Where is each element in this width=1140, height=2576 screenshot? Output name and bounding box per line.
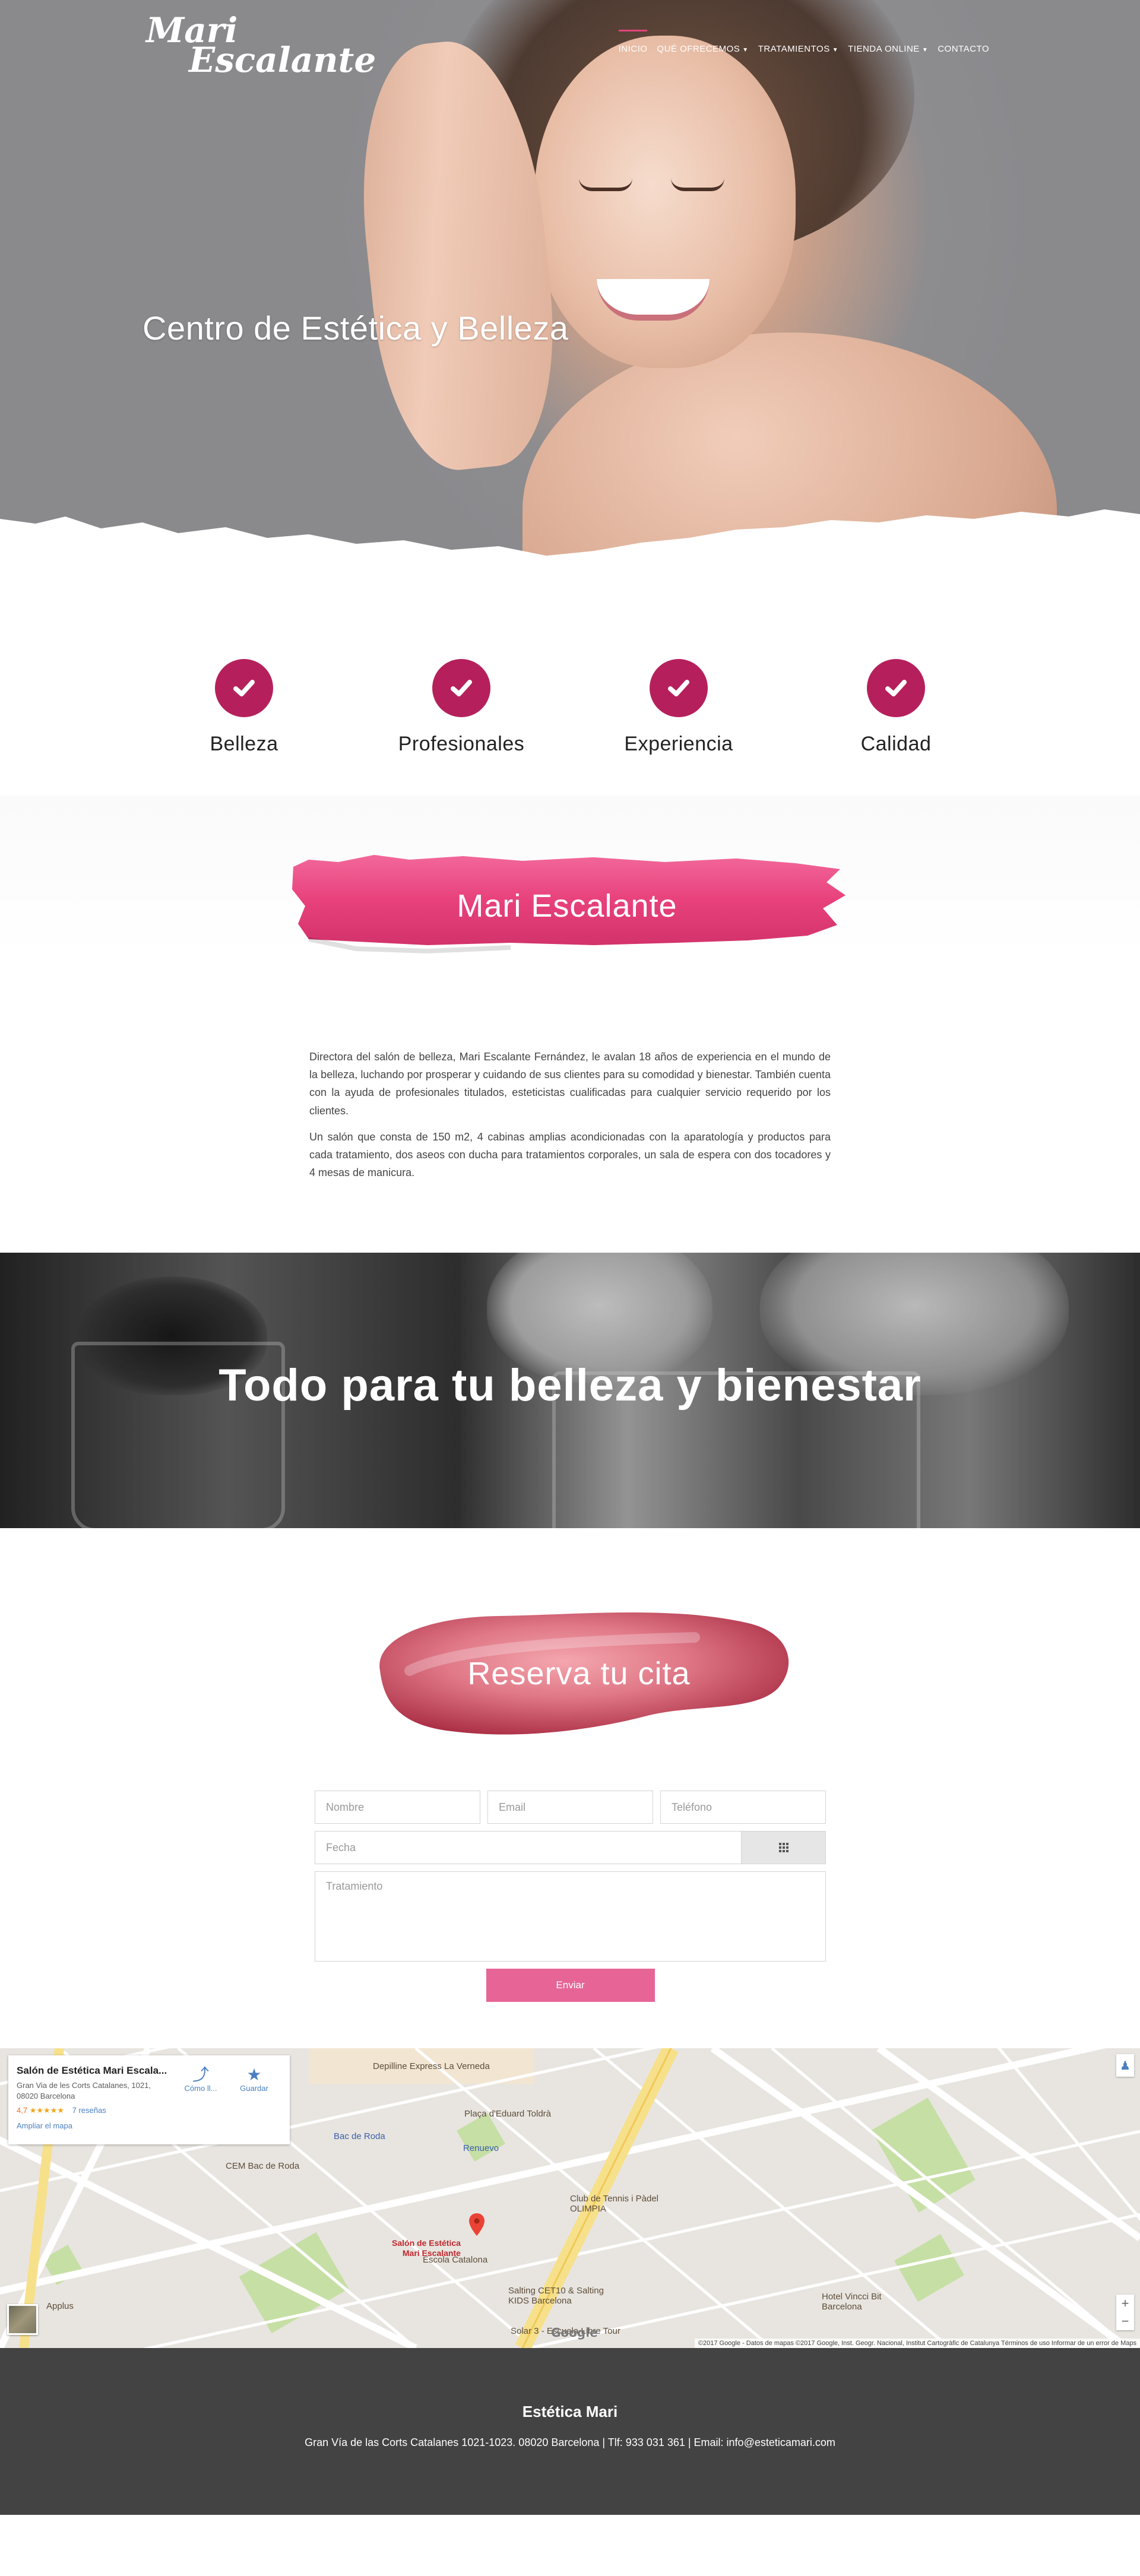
- enlarge-map-link[interactable]: Ampliar el mapa: [17, 2121, 281, 2130]
- footer: Estética Mari Gran Vía de las Corts Cata…: [0, 2348, 1140, 2515]
- map-place-label: Depilline Express La Verneda: [373, 2061, 490, 2071]
- save-button[interactable]: ★ Guardar: [230, 2066, 278, 2093]
- about-title: Mari Escalante: [457, 888, 677, 924]
- feature-label: Experiencia: [624, 733, 733, 755]
- feature-label: Profesionales: [398, 733, 525, 755]
- nav-item-contacto[interactable]: CONTACTO: [933, 30, 994, 60]
- reviews-link[interactable]: 7 reseñas: [72, 2106, 106, 2115]
- feature-profesionales: Profesionales: [353, 659, 570, 796]
- google-logo: Google: [551, 2325, 598, 2340]
- zoom-out-button[interactable]: −: [1116, 2312, 1134, 2330]
- about-section: Mari Escalante Directora del salón de be…: [0, 796, 1140, 1253]
- email-field[interactable]: Email: [487, 1791, 653, 1824]
- directions-icon: ⤴: [192, 2065, 209, 2084]
- check-icon: [215, 659, 273, 717]
- map-embed[interactable]: Depilline Express La Verneda Plaça d'Edu…: [0, 2048, 1140, 2348]
- feature-experiencia: Experiencia: [570, 659, 787, 796]
- star-rating-icon: ★★★★★: [29, 2106, 64, 2115]
- site-logo[interactable]: Mari Escalante: [146, 13, 376, 77]
- calendar-button[interactable]: [741, 1831, 826, 1864]
- directions-label: Cómo ll...: [184, 2084, 217, 2093]
- directions-button[interactable]: ⤴ Cómo ll...: [177, 2066, 224, 2093]
- nav-item-tienda-online[interactable]: TIENDA ONLINE ▼: [843, 30, 933, 60]
- map-place-label: CEM Bac de Roda: [226, 2161, 300, 2171]
- booking-section: Reserva tu cita Nombre Email Teléfono Fe…: [0, 1528, 1140, 2048]
- feature-label: Belleza: [210, 733, 278, 755]
- booking-form: Nombre Email Teléfono Fecha Tratamiento …: [315, 1791, 826, 2002]
- submit-button[interactable]: Enviar: [486, 1969, 655, 2002]
- map-place-label: Hotel Vincci Bit Barcelona: [822, 2292, 882, 2312]
- map-attribution[interactable]: ©2017 Google - Datos de mapas ©2017 Goog…: [694, 2339, 1140, 2348]
- about-paragraph: Directora del salón de belleza, Mari Esc…: [309, 1051, 831, 1117]
- map-place-label: Bac de Roda: [334, 2131, 385, 2141]
- chevron-down-icon: ▼: [922, 47, 929, 53]
- map-place-label: Salting CET10 & Salting KIDS Barcelona: [508, 2286, 604, 2306]
- marker-label-line: Mari Escalante: [402, 2248, 461, 2258]
- hero-title: Centro de Estética y Belleza: [142, 309, 569, 347]
- banner-section: Todo para tu belleza y bienestar: [0, 1253, 1140, 1528]
- business-marker-label: Salón de Estética Mari Escalante: [392, 2238, 461, 2258]
- feature-label: Calidad: [860, 733, 932, 755]
- footer-contact-info: Gran Vía de las Corts Catalanes 1021-102…: [305, 2436, 835, 2448]
- nav-item-que-ofrecemos[interactable]: QUÉ OFRECEMOS ▼: [652, 30, 753, 60]
- feature-belleza: Belleza: [135, 659, 353, 796]
- map-address: Gran Via de les Corts Catalanes, 1021, 0…: [17, 2081, 151, 2100]
- check-icon: [650, 659, 708, 717]
- nav-item-tratamientos[interactable]: TRATAMIENTOS ▼: [753, 30, 843, 60]
- about-paragraph: Un salón que consta de 150 m2, 4 cabinas…: [309, 1130, 831, 1179]
- rating-value: 4,7: [17, 2106, 28, 2115]
- street-view-icon[interactable]: ♟: [1116, 2054, 1134, 2077]
- logo-line2: Escalante: [189, 40, 376, 80]
- star-icon: ★: [246, 2065, 262, 2084]
- nav-item-inicio[interactable]: INICIO: [614, 30, 653, 60]
- features-section: Belleza Profesionales Experiencia Calida…: [0, 570, 1140, 796]
- save-label: Guardar: [240, 2084, 268, 2093]
- torn-edge-divider: [0, 509, 1140, 570]
- date-field[interactable]: Fecha: [315, 1831, 741, 1864]
- chevron-down-icon: ▼: [742, 47, 749, 53]
- treatment-field[interactable]: Tratamiento: [315, 1871, 826, 1962]
- about-text: Directora del salón de belleza, Mari Esc…: [309, 1048, 831, 1182]
- map-place-label: Renuevo: [463, 2143, 499, 2153]
- map-rating: 4,7 ★★★★★ 7 reseñas: [17, 2106, 281, 2115]
- banner-title: Todo para tu belleza y bienestar: [218, 1360, 922, 1411]
- hero-section: Mari Escalante INICIO QUÉ OFRECEMOS ▼ TRA…: [0, 0, 1140, 570]
- satellite-toggle[interactable]: [7, 2304, 38, 2335]
- booking-title: Reserva tu cita: [467, 1656, 691, 1691]
- feature-calidad: Calidad: [787, 659, 1005, 796]
- phone-field[interactable]: Teléfono: [660, 1791, 826, 1824]
- name-field[interactable]: Nombre: [315, 1791, 480, 1824]
- about-title-brush: Mari Escalante: [285, 847, 849, 965]
- map-pin-icon[interactable]: [469, 2213, 484, 2236]
- hero-photo-eye: [579, 178, 632, 191]
- map-place-label: Plaça d'Eduard Toldrà: [464, 2109, 552, 2119]
- chevron-down-icon: ▼: [832, 47, 839, 53]
- map-place-label: Club de Tennis i Pàdel OLIMPIA: [570, 2194, 658, 2214]
- zoom-control: + −: [1116, 2295, 1134, 2330]
- check-icon: [867, 659, 925, 717]
- footer-title: Estética Mari: [522, 2403, 618, 2420]
- marker-label-line: Salón de Estética: [392, 2238, 461, 2248]
- hero-photo-eye: [671, 178, 724, 191]
- map-place-label: Applus: [46, 2301, 74, 2311]
- calendar-grid-icon: [778, 1843, 788, 1852]
- booking-title-brush: Reserva tu cita: [362, 1599, 796, 1748]
- zoom-in-button[interactable]: +: [1116, 2295, 1134, 2312]
- map-info-card: Salón de Estética Mari Escala... Gran Vi…: [8, 2055, 290, 2144]
- main-nav: INICIO QUÉ OFRECEMOS ▼ TRATAMIENTOS ▼ TIEN…: [614, 30, 994, 60]
- check-icon: [432, 659, 490, 717]
